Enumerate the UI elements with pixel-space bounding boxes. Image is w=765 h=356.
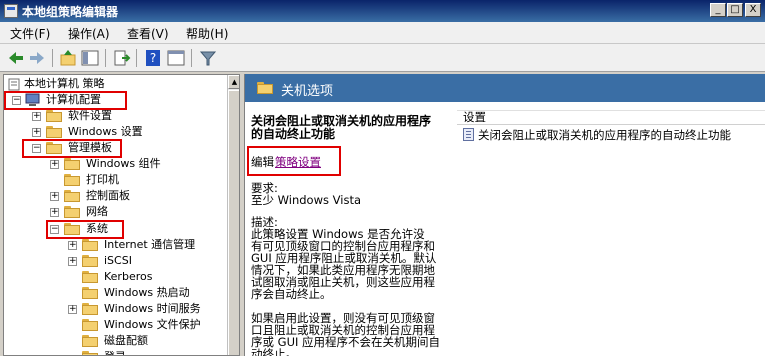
policy-document-icon (8, 78, 20, 91)
folder-icon (82, 287, 98, 299)
settings-list-item[interactable]: 关闭会阻止或取消关机的应用程序的自动终止功能 (478, 127, 731, 143)
export-list-icon[interactable] (112, 48, 132, 68)
description-line: 动终止。 (251, 347, 297, 356)
app-icon (4, 4, 18, 18)
settings-list[interactable]: 设置 关闭会阻止或取消关机的应用程序的自动终止功能 (457, 110, 765, 356)
folder-icon (82, 303, 98, 315)
tree-label-control-panel: 控制面板 (86, 189, 130, 202)
title-bar: 本地组策略编辑器 _ □ X (0, 0, 765, 22)
toolbar: ? (0, 44, 765, 72)
description-line: 序会自动终止。 (251, 287, 332, 301)
folder-icon (46, 126, 62, 138)
settings-column-header[interactable]: 设置 (457, 110, 765, 125)
expand-toggle[interactable]: + (68, 241, 77, 250)
folder-icon (64, 158, 80, 170)
minimize-button[interactable]: _ (710, 3, 726, 17)
expand-toggle[interactable]: + (50, 208, 59, 217)
menu-help[interactable]: 帮助(H) (186, 25, 228, 42)
folder-icon (82, 351, 98, 355)
expand-toggle[interactable]: + (50, 192, 59, 201)
expand-toggle[interactable]: + (32, 128, 41, 137)
menu-bar: 文件(F) 操作(A) 查看(V) 帮助(H) (0, 22, 765, 44)
tree-label-windows-components: Windows 组件 (86, 157, 161, 170)
close-button[interactable]: X (745, 3, 761, 17)
tree-label-kerberos: Kerberos (104, 270, 153, 283)
svg-text:?: ? (150, 51, 156, 65)
policy-title-line2: 的自动终止功能 (251, 127, 336, 141)
folder-icon (64, 190, 80, 202)
tree-label-windows-settings: Windows 设置 (68, 125, 143, 138)
highlight-admin-templates (22, 139, 122, 158)
policy-description-panel: 关闭会阻止或取消关机的应用程序 的自动终止功能 编辑 策略设置 要求: 至少 W… (245, 102, 451, 356)
forward-icon[interactable] (27, 48, 47, 68)
scroll-up-arrow-icon[interactable]: ▲ (228, 75, 239, 89)
policy-setting-icon (463, 128, 474, 141)
tree-label-root: 本地计算机 策略 (24, 77, 105, 90)
folder-icon (64, 174, 80, 186)
window-title: 本地组策略编辑器 (22, 5, 119, 19)
expand-toggle[interactable]: + (50, 160, 59, 169)
folder-icon (82, 271, 98, 283)
maximize-button[interactable]: □ (727, 3, 743, 17)
properties-icon[interactable] (166, 48, 186, 68)
tree-label-file-protection: Windows 文件保护 (104, 318, 201, 331)
tree-label-network: 网络 (86, 205, 108, 218)
expand-toggle[interactable]: + (68, 305, 77, 314)
folder-icon (46, 110, 62, 122)
folder-open-icon (257, 82, 273, 94)
expand-toggle[interactable]: + (32, 112, 41, 121)
toolbar-separator (136, 49, 137, 67)
details-header-title: 关机选项 (281, 84, 334, 99)
tree-label-iscsi: iSCSI (104, 254, 132, 267)
tree-scrollbar[interactable]: ▲ (227, 75, 239, 355)
up-folder-icon[interactable] (58, 48, 78, 68)
menu-action[interactable]: 操作(A) (68, 25, 110, 42)
requirements-value: 至少 Windows Vista (251, 193, 362, 207)
toolbar-separator (105, 49, 106, 67)
scroll-thumb[interactable] (228, 90, 239, 355)
folder-icon (64, 206, 80, 218)
folder-icon (82, 335, 98, 347)
highlight-computer-config (4, 91, 127, 110)
tree-label-time-sync: Windows 热启动 (104, 286, 190, 299)
expand-toggle[interactable]: + (68, 257, 77, 266)
settings-column-label: 设置 (463, 110, 486, 124)
menu-view[interactable]: 查看(V) (127, 25, 169, 42)
filter-icon[interactable] (198, 48, 218, 68)
tree-label-disk-quota: 磁盘配额 (104, 334, 148, 347)
show-hide-tree-icon[interactable] (80, 48, 100, 68)
tree-label-internet-comm: Internet 通信管理 (104, 238, 196, 251)
tree-label-time-service: Windows 时间服务 (104, 302, 201, 315)
details-pane: 关机选项 关闭会阻止或取消关机的应用程序 的自动终止功能 编辑 策略设置 要求:… (244, 74, 765, 356)
help-icon[interactable]: ? (143, 48, 163, 68)
folder-icon (82, 255, 98, 267)
toolbar-separator (52, 49, 53, 67)
policy-tree[interactable]: 本地计算机 策略 − 计算机配置 + 软件设置 + Windows 设置 − 管… (3, 74, 240, 356)
menu-file[interactable]: 文件(F) (10, 25, 50, 42)
tree-label-software-settings: 软件设置 (68, 109, 112, 122)
highlight-edit-link (247, 146, 341, 176)
highlight-system (46, 220, 124, 239)
tree-label-logon: 登录 (104, 349, 126, 355)
toolbar-separator (191, 49, 192, 67)
back-icon[interactable] (6, 48, 26, 68)
tree-label-printers: 打印机 (86, 173, 119, 186)
policy-title-line1: 关闭会阻止或取消关机的应用程序 (251, 114, 432, 128)
details-header: 关机选项 (245, 74, 765, 102)
folder-icon (82, 319, 98, 331)
folder-icon (82, 239, 98, 251)
